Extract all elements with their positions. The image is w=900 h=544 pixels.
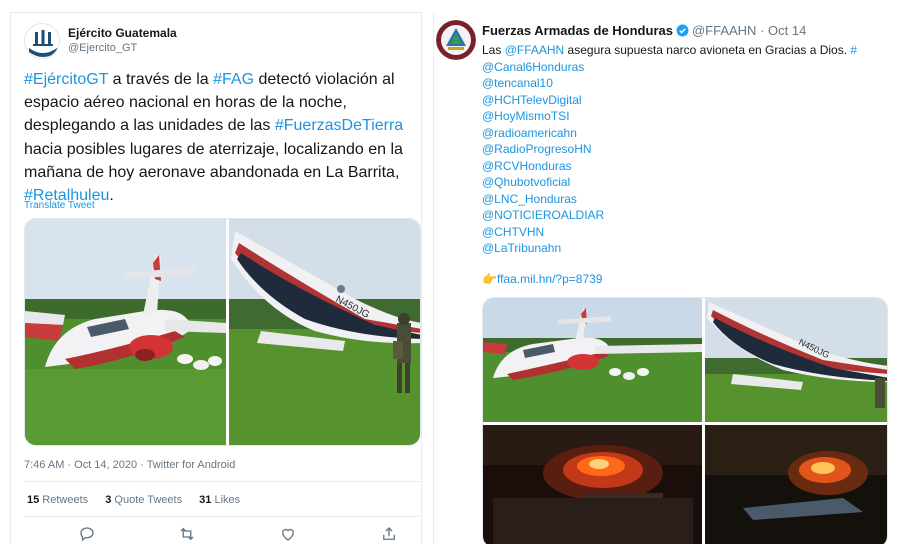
likes-stat[interactable]: 31 Likes — [199, 494, 240, 506]
share-icon[interactable] — [380, 525, 400, 544]
tweet-text: Las @FFAAHN asegura supuesta narco avion… — [482, 42, 900, 257]
aircraft-photos: N450JG — [25, 219, 421, 446]
quotes-label: Quote Tweets — [111, 494, 183, 506]
hashtag-link[interactable]: #EjércitoGT — [24, 71, 108, 88]
photo-fire-night-1[interactable] — [483, 425, 702, 544]
mention-link[interactable]: @LaTribunahn — [482, 240, 900, 257]
photo-plane-front[interactable] — [25, 219, 226, 446]
ejercito-guatemala-avatar[interactable] — [24, 23, 60, 59]
photo-plane-side[interactable] — [705, 298, 888, 422]
tweet-text-segment: Las — [482, 43, 505, 57]
external-link[interactable]: 👉ffaa.mil.hn/?p=8739 — [482, 272, 602, 286]
hashtag-link[interactable]: # — [850, 43, 857, 57]
retweet-icon[interactable] — [178, 525, 198, 544]
mention-link[interactable]: @Canal6Honduras — [482, 59, 900, 76]
photo-plane-front[interactable] — [483, 298, 702, 422]
mention-link[interactable]: @RCVHonduras — [482, 158, 900, 175]
verified-badge-icon — [676, 24, 689, 40]
mention-link[interactable]: @RadioProgresoHN — [482, 141, 900, 158]
tweet-text-segment: . — [109, 187, 114, 205]
author-name[interactable]: Fuerzas Armadas de Honduras — [482, 23, 673, 38]
tweet-timestamp[interactable]: 7:46 AM · Oct 14, 2020 · Twitter for And… — [24, 459, 235, 471]
retweets-count: 15 — [27, 494, 40, 506]
mention-link[interactable]: @LNC_Honduras — [482, 191, 900, 208]
mention-link[interactable]: @HCHTelevDigital — [482, 92, 900, 109]
mention-link[interactable]: @FFAAHN — [505, 43, 565, 57]
tweet-text-segment: hacia posibles lugares de aterrizaje, lo… — [24, 140, 403, 181]
photo-plane-side[interactable] — [229, 219, 421, 446]
tweet-actions — [24, 525, 420, 544]
divider — [24, 516, 420, 517]
right-tweet-card: Fuerzas Armadas de Honduras @FFAAHN · Oct… — [433, 12, 900, 544]
quote-tweets-stat[interactable]: 3 Quote Tweets — [105, 494, 182, 506]
pointing-hand-icon: 👉 — [482, 272, 497, 286]
mention-link[interactable]: @HoyMismoTSI — [482, 108, 900, 125]
link-url[interactable]: ffaa.mil.hn/?p=8739 — [497, 272, 603, 286]
retweets-label: Retweets — [39, 494, 89, 506]
tweet-header: Fuerzas Armadas de Honduras @FFAAHN · Oct… — [482, 23, 806, 40]
tweet-media-grid[interactable]: N450JG — [482, 297, 888, 544]
mention-link[interactable]: @CHTVHN — [482, 224, 900, 241]
hashtag-link[interactable]: #FAG — [213, 71, 254, 88]
like-icon[interactable] — [279, 525, 299, 544]
photo-fire-night-2[interactable] — [705, 425, 888, 544]
mention-link[interactable]: @Qhubotvoficial — [482, 174, 900, 191]
tweet-text-segment: a través de la — [108, 71, 214, 88]
likes-count: 31 — [199, 494, 212, 506]
tweet-intro-line: Las @FFAAHN asegura supuesta narco avion… — [482, 42, 900, 59]
tweet-timestamp[interactable]: · Oct 14 — [760, 23, 806, 38]
retweets-stat[interactable]: 15 Retweets — [27, 494, 88, 506]
author-handle[interactable]: @FFAAHN — [692, 23, 756, 38]
left-tweet-card: Ejército Guatemala @Ejercito_GT #Ejércit… — [10, 12, 422, 544]
mention-link[interactable]: @tencanal10 — [482, 75, 900, 92]
tweet-media-grid[interactable]: N450JG — [24, 218, 421, 446]
author-handle[interactable]: @Ejercito_GT — [68, 42, 137, 54]
mention-link[interactable]: @NOTICIEROALDIAR — [482, 207, 900, 224]
likes-label: Likes — [211, 494, 241, 506]
mention-link[interactable]: @radioamericahn — [482, 125, 900, 142]
author-name[interactable]: Ejército Guatemala — [68, 26, 177, 40]
aircraft-photos: N450JG — [483, 298, 888, 544]
tweet-stats: 15 Retweets 3 Quote Tweets 31 Likes — [27, 494, 254, 506]
ffaahn-avatar[interactable] — [436, 20, 476, 60]
translate-tweet-link[interactable]: Translate Tweet — [24, 200, 95, 211]
divider — [24, 481, 420, 482]
tweet-text: #EjércitoGT a través de la #FAG detectó … — [24, 68, 420, 207]
tweet-text-segment: asegura supuesta narco avioneta en Graci… — [564, 43, 851, 57]
hashtag-link[interactable]: #FuerzasDeTierra — [275, 117, 403, 134]
reply-icon[interactable] — [78, 525, 98, 544]
